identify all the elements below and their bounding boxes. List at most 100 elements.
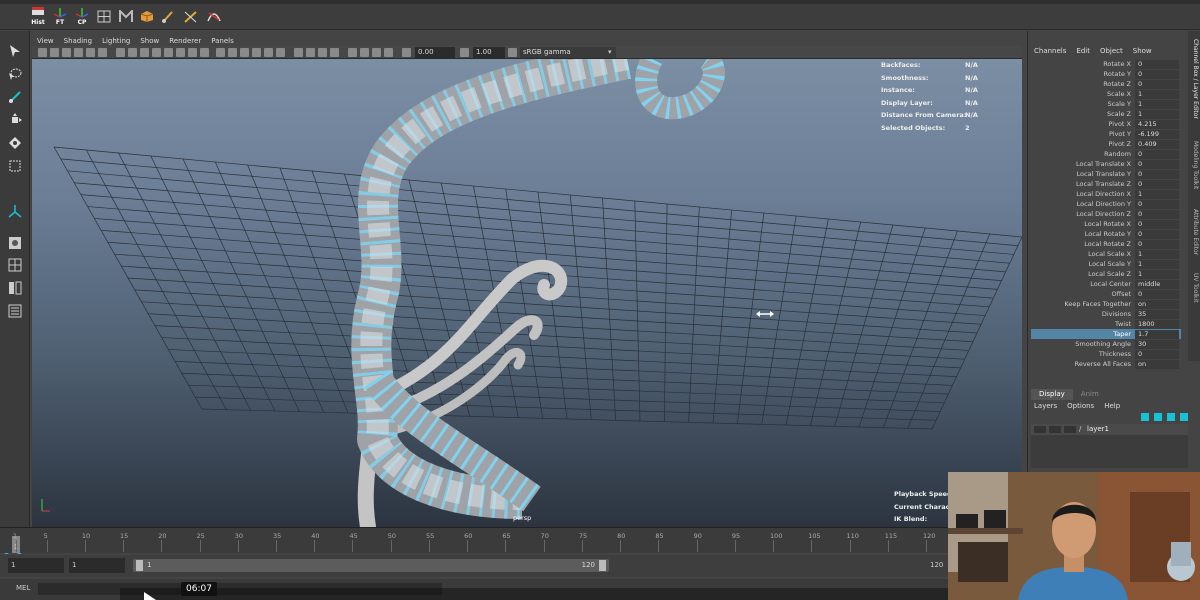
channel-row[interactable]: Scale Y1 (1031, 99, 1181, 109)
select-tool[interactable] (6, 43, 24, 59)
animation-start-field[interactable]: 1 (8, 558, 64, 573)
channel-row[interactable]: Twist 1800 (1031, 319, 1181, 329)
depth-of-field-icon[interactable] (384, 48, 393, 57)
channel-name[interactable]: Local Scale Z (1031, 270, 1135, 278)
scale-tool[interactable] (6, 158, 24, 174)
shelf-ft-button[interactable]: FT (50, 6, 70, 26)
channel-name[interactable]: Keep Faces Together (1031, 300, 1135, 308)
channel-name[interactable]: Pivot Z (1031, 140, 1135, 148)
channel-name[interactable]: Local Rotate X (1031, 220, 1135, 228)
two-pane-layout[interactable] (6, 280, 24, 296)
channel-row[interactable]: Local Scale Y1 (1031, 259, 1181, 269)
channel-value[interactable]: 1800 (1135, 319, 1179, 329)
ambient-occlusion-icon[interactable] (348, 48, 357, 57)
tab-attribute-editor[interactable]: Attribute Editor (1189, 209, 1199, 255)
channel-row[interactable]: Local Translate X0 (1031, 159, 1181, 169)
channel-name[interactable]: Local Scale X (1031, 250, 1135, 258)
paint-select-tool[interactable] (6, 89, 24, 105)
channel-name[interactable]: Local Scale Y (1031, 260, 1135, 268)
menu-cb-show[interactable]: Show (1133, 47, 1152, 59)
animation-end-field[interactable]: 120 (930, 558, 943, 573)
channel-value[interactable]: 1 (1135, 109, 1179, 119)
tab-modeling-toolkit[interactable]: Modeling Toolkit (1189, 141, 1199, 189)
move-layer-up-icon[interactable] (1141, 413, 1149, 421)
channel-name[interactable]: Divisions (1031, 310, 1135, 318)
channel-row[interactable]: Pivot Z 0.409 (1031, 139, 1181, 149)
menu-show[interactable]: Show (140, 37, 159, 45)
menu-view[interactable]: View (37, 37, 54, 45)
tab-display[interactable]: Display (1031, 389, 1073, 400)
tab-channel-box[interactable]: Channel Box / Layer Editor (1189, 39, 1199, 119)
channel-value[interactable]: 0 (1135, 289, 1179, 299)
move-tool[interactable] (6, 112, 24, 128)
outliner-layout[interactable] (6, 303, 24, 319)
channel-name[interactable]: Rotate X (1031, 60, 1135, 68)
channel-row[interactable]: Taper 1.7 (1031, 329, 1181, 339)
channel-value[interactable]: 0 (1135, 69, 1179, 79)
channel-row[interactable]: Smoothing Angle 30 (1031, 339, 1181, 349)
menu-options[interactable]: Options (1067, 400, 1094, 412)
channel-name[interactable]: Local Translate Y (1031, 170, 1135, 178)
channel-name[interactable]: Pivot X (1031, 120, 1135, 128)
menu-channels[interactable]: Channels (1034, 47, 1066, 59)
channel-row[interactable]: Local Scale X1 (1031, 249, 1181, 259)
channel-name[interactable]: Local Direction X (1031, 190, 1135, 198)
single-pane-layout[interactable] (6, 235, 24, 251)
range-handle-start[interactable] (136, 560, 143, 571)
channel-value[interactable]: 1.7 (1135, 329, 1179, 339)
channel-name[interactable]: Taper (1031, 330, 1135, 338)
heads-up-icon[interactable] (200, 48, 209, 57)
channel-name[interactable]: Local Center (1031, 280, 1135, 288)
channel-row[interactable]: Local Direction Z0 (1031, 209, 1181, 219)
range-handle-end[interactable] (599, 560, 606, 571)
mel-label[interactable]: MEL (16, 584, 30, 592)
xray-components-icon[interactable] (330, 48, 339, 57)
menu-lighting[interactable]: Lighting (102, 37, 130, 45)
channel-row[interactable]: Local Rotate X0 (1031, 219, 1181, 229)
channel-value[interactable]: 0 (1135, 79, 1179, 89)
channel-value[interactable]: 35 (1135, 309, 1179, 319)
channel-name[interactable]: Random (1031, 150, 1135, 158)
channel-value[interactable]: 0 (1135, 59, 1179, 69)
rotate-tool[interactable] (6, 135, 24, 151)
channel-row[interactable]: Local Direction Y0 (1031, 199, 1181, 209)
channel-value[interactable]: 0.409 (1135, 139, 1179, 149)
shelf-grid-button[interactable] (94, 6, 114, 26)
channel-value[interactable]: 4.215 (1135, 119, 1179, 129)
channel-row[interactable]: Local Rotate Z0 (1031, 239, 1181, 249)
channel-row[interactable]: Offset 0 (1031, 289, 1181, 299)
channel-row[interactable]: Rotate Y0 (1031, 69, 1181, 79)
smooth-shade-icon[interactable] (228, 48, 237, 57)
channel-name[interactable]: Pivot Y (1031, 130, 1135, 138)
channel-row[interactable]: Divisions 35 (1031, 309, 1181, 319)
display-type-toggle[interactable] (1064, 426, 1076, 433)
channel-name[interactable]: Rotate Z (1031, 80, 1135, 88)
channel-value[interactable]: 0 (1135, 149, 1179, 159)
channel-value[interactable]: 0 (1135, 349, 1179, 359)
isolate-select-icon[interactable] (294, 48, 303, 57)
channel-name[interactable]: Local Direction Z (1031, 210, 1135, 218)
menu-layers[interactable]: Layers (1034, 400, 1057, 412)
wireframe-on-shaded-icon[interactable] (240, 48, 249, 57)
exposure-icon[interactable] (402, 48, 411, 57)
use-lights-icon[interactable] (264, 48, 273, 57)
channel-value[interactable]: 0 (1135, 199, 1179, 209)
channel-name[interactable]: Local Direction Y (1031, 200, 1135, 208)
channel-name[interactable]: Local Translate Z (1031, 180, 1135, 188)
channel-value[interactable]: 0 (1135, 179, 1179, 189)
channel-name[interactable]: Local Rotate Y (1031, 230, 1135, 238)
menu-object[interactable]: Object (1100, 47, 1123, 59)
channel-value[interactable]: 0 (1135, 159, 1179, 169)
color-space-dropdown[interactable]: sRGB gamma (520, 47, 616, 58)
menu-panels[interactable]: Panels (211, 37, 234, 45)
layer-row[interactable]: / layer1 (1031, 424, 1188, 435)
move-layer-down-icon[interactable] (1154, 413, 1162, 421)
channel-row[interactable]: Local Rotate Y0 (1031, 229, 1181, 239)
channel-name[interactable]: Twist (1031, 320, 1135, 328)
channel-row[interactable]: Local Center middle (1031, 279, 1181, 289)
playback-start-field[interactable]: 1 (69, 558, 125, 573)
field-chart-icon[interactable] (152, 48, 161, 57)
channel-row[interactable]: Scale X1 (1031, 89, 1181, 99)
channel-value[interactable]: 0 (1135, 229, 1179, 239)
menu-help[interactable]: Help (1104, 400, 1120, 412)
